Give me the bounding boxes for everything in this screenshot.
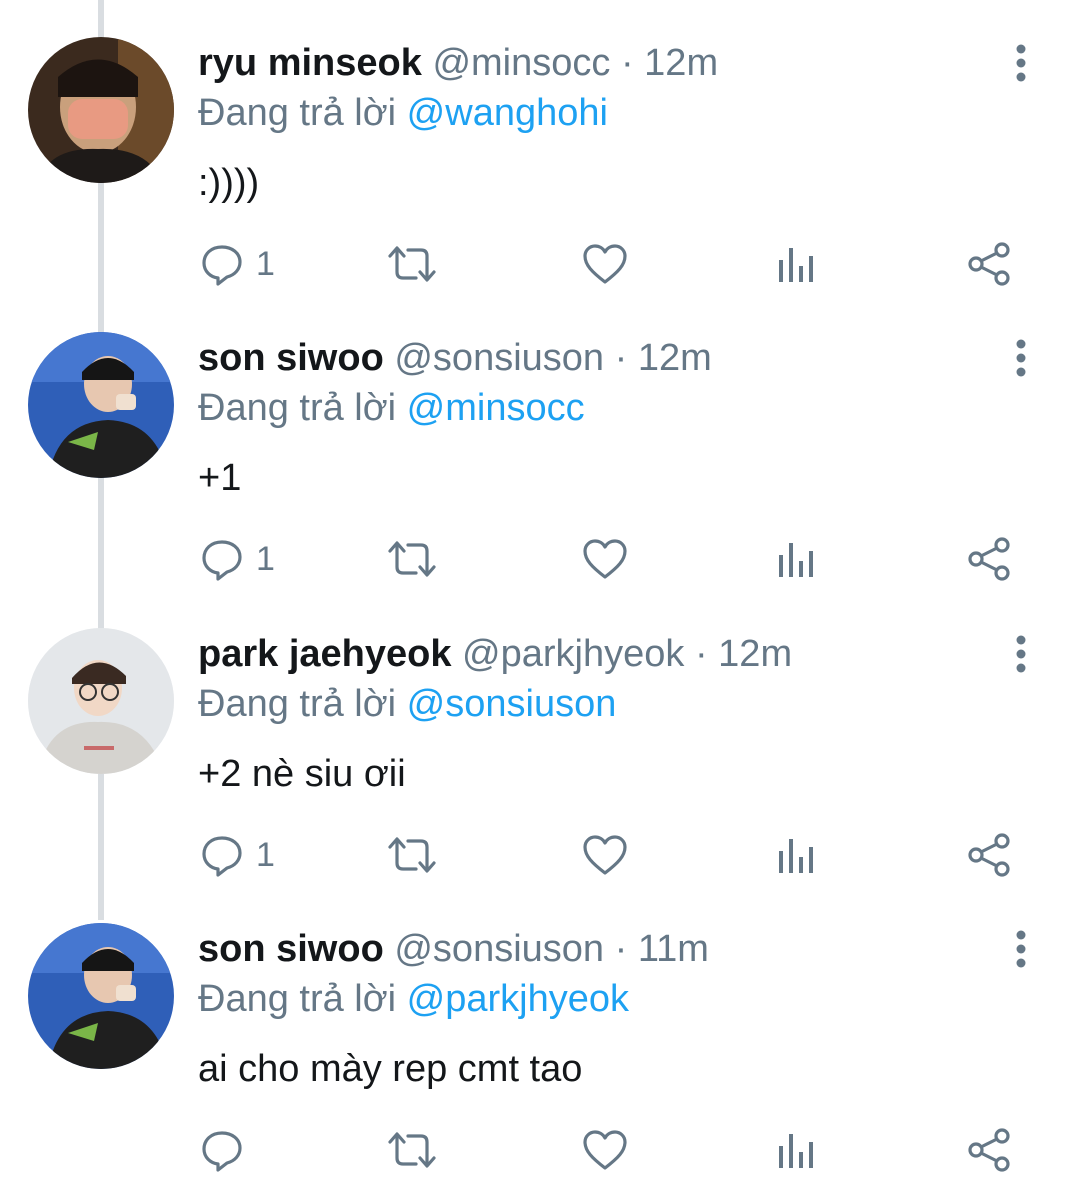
mention-link[interactable]: @sonsiuson — [407, 683, 617, 725]
replying-to-label: Đang trả lời — [198, 92, 397, 134]
retweet-icon — [388, 1132, 436, 1168]
display-name[interactable]: son siwoo — [198, 928, 384, 970]
reply-icon — [202, 245, 242, 286]
avatar[interactable] — [28, 923, 174, 1069]
reply-count: 1 — [256, 540, 275, 578]
retweet-icon — [388, 246, 436, 282]
more-vertical-icon — [1016, 635, 1026, 673]
like-icon — [583, 539, 627, 579]
more-vertical-icon — [1016, 930, 1026, 968]
tweet[interactable]: ryu minseok @minsocc · 12m Đang trả lời … — [0, 0, 1080, 295]
reply-button[interactable]: 1 — [200, 535, 275, 583]
like-button[interactable] — [582, 240, 628, 288]
user-handle[interactable]: @parkjhyeok — [462, 633, 684, 675]
like-button[interactable] — [582, 1126, 628, 1174]
mention-link[interactable]: @minsocc — [407, 387, 585, 429]
display-name[interactable]: son siwoo — [198, 337, 384, 379]
user-handle[interactable]: @sonsiuson — [394, 337, 604, 379]
like-button[interactable] — [582, 831, 628, 879]
replying-to-label: Đang trả lời — [198, 387, 397, 429]
replying-to: Đang trả lời @minsocc — [198, 385, 585, 431]
replying-to-label: Đang trả lời — [198, 978, 397, 1020]
analytics-button[interactable] — [776, 535, 816, 583]
like-icon — [583, 835, 627, 875]
tweet-text: +1 — [198, 457, 242, 499]
user-handle[interactable]: @sonsiuson — [394, 928, 604, 970]
reply-button[interactable] — [200, 1126, 256, 1174]
separator: · — [614, 928, 628, 970]
share-button[interactable] — [966, 1126, 1012, 1174]
action-bar: 1 — [0, 535, 1080, 585]
retweet-button[interactable] — [386, 831, 438, 879]
like-button[interactable] — [582, 535, 628, 583]
share-icon — [968, 242, 1010, 286]
display-name[interactable]: park jaehyeok — [198, 633, 451, 675]
analytics-icon — [779, 543, 813, 577]
action-bar: 1 — [0, 240, 1080, 290]
analytics-button[interactable] — [776, 240, 816, 288]
replying-to: Đang trả lời @parkjhyeok — [198, 976, 629, 1022]
analytics-button[interactable] — [776, 831, 816, 879]
analytics-icon — [779, 839, 813, 873]
user-handle[interactable]: @minsocc — [432, 42, 610, 84]
more-options-button[interactable] — [1006, 339, 1036, 379]
share-button[interactable] — [966, 240, 1012, 288]
retweet-icon — [388, 837, 436, 873]
reply-button[interactable]: 1 — [200, 240, 275, 288]
avatar[interactable] — [28, 628, 174, 774]
share-icon — [968, 833, 1010, 877]
tweet-text: ai cho mày rep cmt tao — [198, 1048, 583, 1090]
retweet-button[interactable] — [386, 1126, 438, 1174]
retweet-button[interactable] — [386, 535, 438, 583]
mention-link[interactable]: @wanghohi — [407, 92, 608, 134]
replying-to-label: Đang trả lời — [198, 683, 397, 725]
more-vertical-icon — [1016, 44, 1026, 82]
reply-count: 1 — [256, 836, 275, 874]
share-button[interactable] — [966, 831, 1012, 879]
reply-count: 1 — [256, 245, 275, 283]
more-options-button[interactable] — [1006, 635, 1036, 675]
tweet-header: son siwoo @sonsiuson · 11m — [198, 926, 709, 972]
tweet-header: ryu minseok @minsocc · 12m — [198, 40, 718, 86]
more-options-button[interactable] — [1006, 930, 1036, 970]
share-icon — [968, 537, 1010, 581]
action-bar — [0, 1126, 1080, 1176]
analytics-icon — [779, 1134, 813, 1168]
tweet[interactable]: son siwoo @sonsiuson · 11m Đang trả lời … — [0, 886, 1080, 1181]
replying-to: Đang trả lời @sonsiuson — [198, 681, 616, 727]
reply-icon — [202, 836, 242, 877]
analytics-icon — [779, 248, 813, 282]
retweet-button[interactable] — [386, 240, 438, 288]
avatar[interactable] — [28, 37, 174, 183]
separator: · — [694, 633, 708, 675]
timestamp[interactable]: 12m — [638, 337, 712, 379]
retweet-icon — [388, 541, 436, 577]
like-icon — [583, 244, 627, 284]
display-name[interactable]: ryu minseok — [198, 42, 422, 84]
action-bar: 1 — [0, 831, 1080, 881]
reply-button[interactable]: 1 — [200, 831, 275, 879]
like-icon — [583, 1130, 627, 1170]
timestamp[interactable]: 12m — [644, 42, 718, 84]
analytics-button[interactable] — [776, 1126, 816, 1174]
separator: · — [614, 337, 628, 379]
share-button[interactable] — [966, 535, 1012, 583]
share-icon — [968, 1128, 1010, 1172]
tweet-header: park jaehyeok @parkjhyeok · 12m — [198, 631, 792, 677]
mention-link[interactable]: @parkjhyeok — [407, 978, 629, 1020]
reply-icon — [202, 540, 242, 581]
avatar[interactable] — [28, 332, 174, 478]
tweet[interactable]: park jaehyeok @parkjhyeok · 12m Đang trả… — [0, 591, 1080, 886]
tweet[interactable]: son siwoo @sonsiuson · 12m Đang trả lời … — [0, 295, 1080, 590]
timestamp[interactable]: 12m — [718, 633, 792, 675]
replying-to: Đang trả lời @wanghohi — [198, 90, 608, 136]
more-vertical-icon — [1016, 339, 1026, 377]
timestamp[interactable]: 11m — [638, 928, 709, 970]
separator: · — [620, 42, 634, 84]
tweet-text: +2 nè siu ơii — [198, 753, 406, 795]
more-options-button[interactable] — [1006, 44, 1036, 84]
reply-icon — [202, 1131, 242, 1172]
tweet-header: son siwoo @sonsiuson · 12m — [198, 335, 712, 381]
tweet-text: :)))) — [198, 162, 260, 204]
